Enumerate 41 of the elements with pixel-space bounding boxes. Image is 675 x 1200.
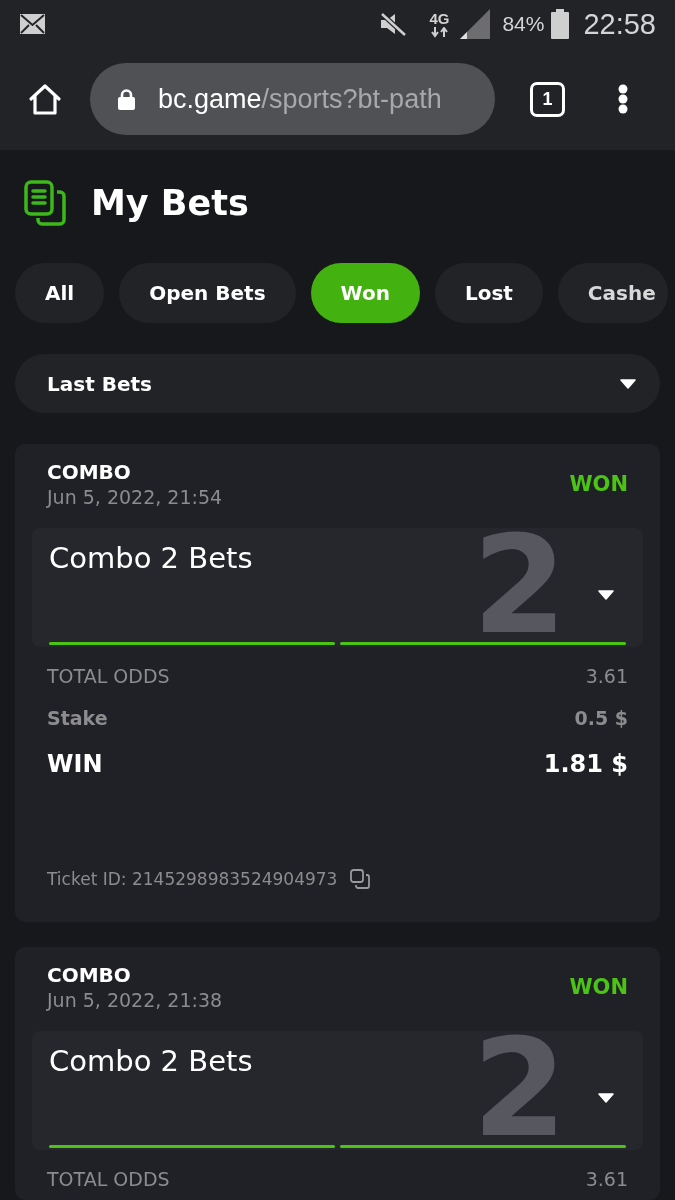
page-title: My Bets [91,182,249,225]
bet-type-label: COMBO [47,460,132,484]
total-odds-label: TOTAL ODDS [47,664,170,688]
mute-icon [380,12,407,36]
ticket-id-text: Ticket ID: 2145298983524904973 [47,868,338,890]
signal-icon [460,9,491,39]
caret-icon[interactable] [598,1093,614,1103]
bet-type-label: COMBO [47,963,132,987]
mail-icon [20,14,45,34]
win-amount: 1.81 $ [543,750,628,778]
menu-icon[interactable] [618,84,628,114]
tab-switcher-button[interactable]: 1 [530,81,565,117]
battery-icon [551,9,570,39]
filter-tab[interactable]: Open Bets [119,263,296,323]
lock-icon [118,88,135,110]
bets-icon [24,180,66,226]
total-odds-value: 3.61 [585,1167,628,1191]
filter-tab[interactable]: Lost [434,263,543,323]
bet-date: Jun 5, 2022, 21:38 [47,988,223,1013]
win-label: WIN [47,750,103,778]
bet-status-label: WON [569,974,628,1002]
address-bar[interactable]: bc.game/sports?bt-path [90,63,495,135]
filter-tab[interactable]: Cashe [557,263,668,323]
combo-title: Combo 2 Bets [49,540,253,576]
bet-filter-dropdown[interactable]: Last Bets [15,354,660,413]
clock-time: 22:58 [583,8,656,40]
stake-amount: 0.5 $ [574,706,628,730]
copy-icon[interactable] [350,869,371,889]
total-odds-label: TOTAL ODDS [47,1167,170,1191]
home-icon[interactable] [28,83,62,115]
stake-label: Stake [47,706,108,730]
total-odds-value: 3.61 [585,664,628,688]
caret-icon [620,378,636,389]
bet-status-label: WON [569,471,628,499]
filter-tab[interactable]: All [15,263,105,323]
combo-title: Combo 2 Bets [49,1043,253,1079]
battery-percent-text: 84% [502,12,545,36]
data-arrows-icon [430,26,448,38]
caret-icon[interactable] [598,590,614,600]
network-type-label: 4G [429,10,450,27]
bet-date: Jun 5, 2022, 21:54 [47,485,223,510]
